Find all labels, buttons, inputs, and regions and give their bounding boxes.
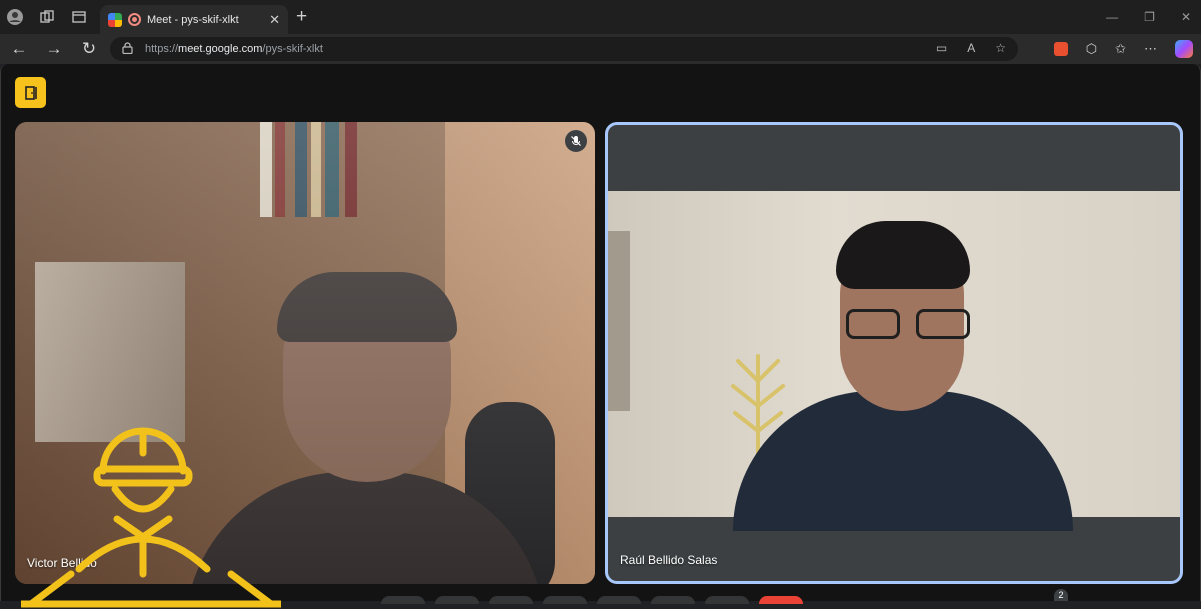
recording-indicator-icon — [128, 13, 141, 26]
tab-title: Meet - pys-skif-xlkt — [147, 13, 239, 26]
extensions-icon[interactable]: ⬡ — [1086, 41, 1097, 57]
window-controls: — ❐ ✕ — [1106, 10, 1191, 24]
meet-stage: Victor Bellido Raúl Bellido Salas 2 — [0, 64, 1201, 608]
profile-icon[interactable] — [6, 8, 24, 26]
browser-toolbar: ← → ↻ https://meet.google.com/pys-skif-x… — [0, 34, 1201, 64]
lock-icon[interactable] — [122, 41, 133, 57]
reload-icon[interactable]: ↻ — [78, 38, 100, 60]
emoji-button[interactable] — [543, 596, 587, 604]
copilot-icon[interactable] — [1175, 40, 1193, 58]
omnibox-actions: ▭ A ☆ — [936, 41, 1006, 55]
participant-tile-right-active-speaker[interactable]: Raúl Bellido Salas — [605, 122, 1183, 584]
camera-button[interactable] — [435, 596, 479, 604]
new-tab-button[interactable]: + — [296, 7, 307, 26]
minimize-icon[interactable]: — — [1106, 10, 1118, 24]
tab-strip-left — [6, 8, 88, 26]
glasses-image — [846, 309, 974, 341]
close-window-icon[interactable]: ✕ — [1181, 10, 1191, 24]
forward-icon[interactable]: → — [43, 38, 65, 60]
toolbar-actions: ⬡ ✩ ⋯ — [1053, 40, 1193, 58]
more-options-button[interactable] — [705, 596, 749, 604]
url-text: https://meet.google.com/pys-skif-xlkt — [145, 43, 323, 55]
construction-worker-logo-icon — [21, 427, 281, 608]
back-icon[interactable]: ← — [8, 38, 30, 60]
vertical-tabs-icon[interactable] — [70, 8, 88, 26]
favorite-star-icon[interactable]: ☆ — [995, 41, 1006, 55]
browser-tab-meet[interactable]: Meet - pys-skif-xlkt ✕ — [100, 5, 288, 34]
camera-in-use-icon[interactable]: ▭ — [936, 41, 947, 55]
browser-titlebar: Meet - pys-skif-xlkt ✕ + — ❐ ✕ — [0, 0, 1201, 34]
raise-hand-button[interactable] — [651, 596, 695, 604]
leave-call-button[interactable] — [759, 596, 803, 604]
workspaces-icon[interactable] — [38, 8, 56, 26]
read-aloud-icon[interactable]: A — [967, 41, 975, 55]
participant-hair — [836, 221, 970, 289]
tab-close-icon[interactable]: ✕ — [269, 12, 280, 28]
favorites-icon[interactable]: ✩ — [1115, 41, 1126, 57]
mic-muted-icon — [565, 130, 587, 152]
participant-count-badge: 2 — [1054, 589, 1068, 601]
door-exit-button[interactable] — [15, 77, 46, 108]
picture-frame-image — [608, 231, 630, 411]
participant-video — [608, 191, 1180, 531]
extension-shield-icon[interactable] — [1053, 42, 1068, 56]
present-button[interactable] — [597, 596, 641, 604]
call-controls — [381, 596, 803, 604]
meet-favicon-icon — [108, 12, 122, 27]
mic-button[interactable] — [381, 596, 425, 604]
door-icon — [24, 85, 37, 100]
restore-icon[interactable]: ❐ — [1144, 10, 1155, 24]
participant-name-right: Raúl Bellido Salas — [620, 553, 718, 567]
more-menu-icon[interactable]: ⋯ — [1144, 41, 1157, 57]
address-bar[interactable]: https://meet.google.com/pys-skif-xlkt ▭ … — [110, 37, 1018, 61]
captions-button[interactable] — [489, 596, 533, 604]
